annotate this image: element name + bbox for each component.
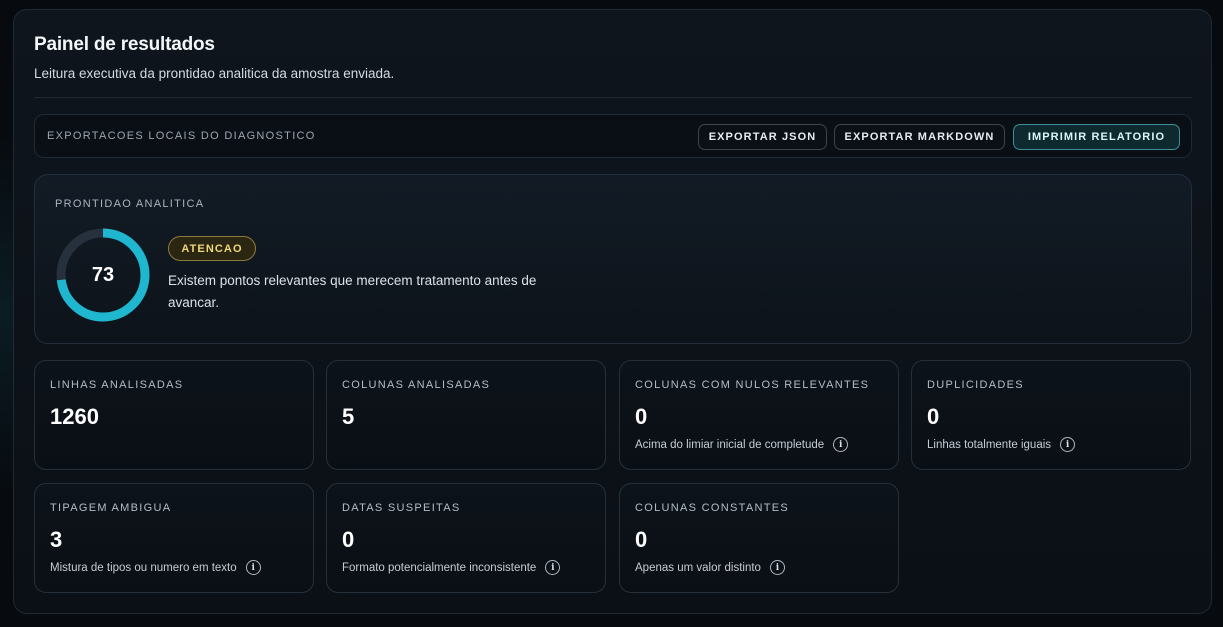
metric-hint-text: Apenas um valor distinto: [635, 561, 761, 574]
metric-hint-text: Linhas totalmente iguais: [927, 438, 1052, 451]
metric-label: COLUNAS ANALISADAS: [342, 379, 491, 391]
export-label: EXPORTACOES LOCAIS DO DIAGNOSTICO: [47, 130, 316, 142]
divider: [34, 97, 1192, 98]
page-subtitle: Leitura executiva da prontidao analitica…: [34, 66, 395, 81]
metric-label: COLUNAS CONSTANTES: [635, 502, 789, 514]
metric-card-suspicious-dates: DATAS SUSPEITAS 0 Formato potencialmente…: [326, 483, 606, 593]
metric-card-nulls: COLUNAS COM NULOS RELEVANTES 0 Acima do …: [619, 360, 899, 470]
metric-label: DATAS SUSPEITAS: [342, 502, 461, 514]
metric-card-duplicates: DUPLICIDADES 0 Linhas totalmente iguais …: [911, 360, 1191, 470]
export-json-button[interactable]: EXPORTAR JSON: [698, 124, 827, 150]
metric-label: LINHAS ANALISADAS: [50, 379, 184, 391]
info-icon[interactable]: i: [769, 560, 785, 575]
metric-label: DUPLICIDADES: [927, 379, 1024, 391]
metric-label: TIPAGEM AMBIGUA: [50, 502, 172, 514]
metric-value: 1260: [50, 404, 99, 429]
page-title: Painel de resultados: [34, 34, 215, 55]
metric-hint-text: Acima do limiar inicial de completude: [635, 438, 825, 451]
metric-card-ambiguous-types: TIPAGEM AMBIGUA 3 Mistura de tipos ou nu…: [34, 483, 314, 593]
readiness-label: PRONTIDAO ANALITICA: [55, 198, 205, 210]
readiness-score: 73: [91, 263, 115, 286]
export-bar: EXPORTACOES LOCAIS DO DIAGNOSTICO EXPORT…: [34, 114, 1192, 158]
info-icon[interactable]: i: [1060, 437, 1076, 452]
readiness-card: PRONTIDAO ANALITICA 73 ATENCAO Existem p…: [34, 174, 1192, 344]
metric-value: 5: [342, 404, 355, 429]
metric-value: 0: [635, 527, 648, 552]
metric-card-rows: LINHAS ANALISADAS 1260: [34, 360, 314, 470]
metric-value: 0: [342, 527, 355, 552]
status-badge: ATENCAO: [168, 236, 256, 261]
metric-hint: Acima do limiar inicial de completude i: [635, 437, 849, 452]
results-panel: Painel de resultados Leitura executiva d…: [13, 9, 1212, 614]
info-icon[interactable]: i: [833, 437, 849, 452]
metric-value: 0: [635, 404, 648, 429]
metric-value: 3: [50, 527, 63, 552]
metric-label: COLUNAS COM NULOS RELEVANTES: [635, 379, 870, 391]
metric-hint: Mistura de tipos ou numero em texto i: [50, 560, 261, 575]
readiness-description: Existem pontos relevantes que merecem tr…: [168, 273, 537, 310]
metric-hint: Formato potencialmente inconsistente i: [342, 560, 561, 575]
metric-card-constant-columns: COLUNAS CONSTANTES 0 Apenas um valor dis…: [619, 483, 899, 593]
metric-hint: Apenas um valor distinto i: [635, 560, 785, 575]
export-markdown-button[interactable]: EXPORTAR MARKDOWN: [834, 124, 1005, 150]
metric-hint-text: Mistura de tipos ou numero em texto: [50, 561, 237, 574]
print-report-button[interactable]: IMPRIMIR RELATORIO: [1013, 124, 1180, 150]
info-icon[interactable]: i: [245, 560, 261, 575]
metric-hint-text: Formato potencialmente inconsistente: [342, 561, 537, 574]
metric-hint: Linhas totalmente iguais i: [927, 437, 1076, 452]
metric-card-columns: COLUNAS ANALISADAS 5: [326, 360, 606, 470]
metric-value: 0: [927, 404, 940, 429]
info-icon[interactable]: i: [545, 560, 561, 575]
